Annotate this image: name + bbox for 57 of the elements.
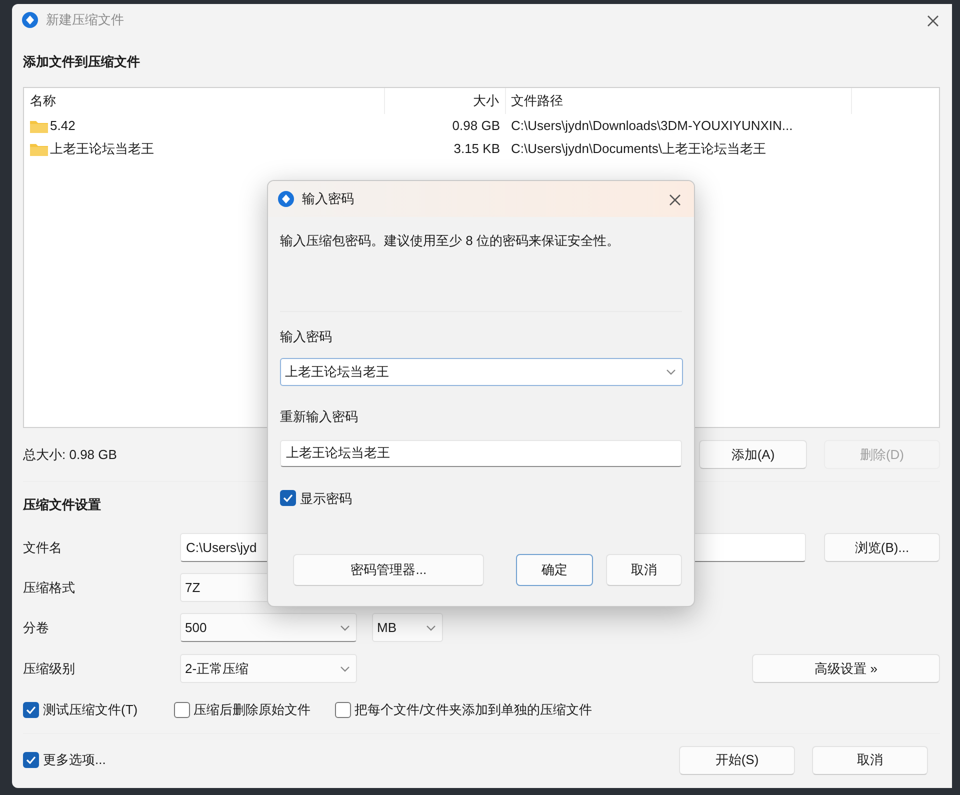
advanced-settings-button[interactable]: 高级设置 » bbox=[752, 654, 940, 683]
dialog-button[interactable]: 确定 bbox=[516, 554, 593, 586]
level-dropdown[interactable]: 2-正常压缩 bbox=[180, 654, 357, 683]
settings-heading: 压缩文件设置 bbox=[23, 496, 101, 514]
window-title: 新建压缩文件 bbox=[46, 11, 124, 30]
checkbox[interactable] bbox=[334, 702, 351, 718]
dialog-button[interactable]: 取消 bbox=[606, 554, 682, 586]
checkbox[interactable] bbox=[174, 702, 190, 718]
chevron-down-icon bbox=[340, 624, 350, 630]
close-icon bbox=[926, 14, 940, 28]
check-icon bbox=[282, 492, 294, 504]
chevron-down-icon bbox=[426, 624, 436, 630]
field-label: 压缩格式 bbox=[23, 578, 76, 597]
confirm-password-field[interactable]: 上老王论坛当老王 bbox=[280, 440, 682, 466]
total-size-label: 总大小: 0.98 GB bbox=[23, 446, 117, 464]
check-icon bbox=[25, 704, 37, 716]
folder-icon bbox=[30, 142, 48, 156]
app-logo-icon bbox=[278, 191, 294, 207]
column-header[interactable]: 名称 bbox=[24, 88, 385, 114]
checkbox[interactable] bbox=[280, 490, 296, 506]
footer-button[interactable]: 取消 bbox=[812, 746, 928, 774]
field-label: 输入密码 bbox=[280, 328, 333, 346]
folder-icon bbox=[30, 118, 48, 132]
split-size-dropdown[interactable]: 500 bbox=[180, 613, 357, 642]
dialog-title: 输入密码 bbox=[302, 190, 354, 208]
field-label: 文件名 bbox=[23, 538, 63, 557]
unit-dropdown[interactable]: MB bbox=[372, 613, 443, 642]
checkbox-label: 显示密码 bbox=[300, 490, 352, 508]
app-logo-icon bbox=[22, 12, 38, 28]
close-icon bbox=[668, 192, 682, 207]
field-label: 压缩级别 bbox=[23, 660, 76, 678]
chevron-down-icon bbox=[340, 666, 350, 672]
checkbox[interactable] bbox=[23, 752, 39, 768]
checkbox-label: 更多选项... bbox=[43, 751, 106, 770]
column-header[interactable]: 大小 bbox=[385, 88, 506, 114]
password-field[interactable]: 上老王论坛当老王 bbox=[280, 358, 683, 386]
check-icon bbox=[25, 754, 37, 766]
dialog-button[interactable]: 密码管理器... bbox=[293, 554, 484, 586]
footer-button[interactable]: 开始(S) bbox=[679, 746, 795, 774]
field-label: 重新输入密码 bbox=[280, 408, 359, 426]
file-size: 3.15 KB bbox=[452, 140, 501, 158]
file-path: C:\Users\jydn\Documents\上老王论坛当老王 bbox=[510, 140, 767, 158]
file-name: 5.42 bbox=[50, 116, 76, 135]
checkbox-label: 压缩后删除原始文件 bbox=[194, 701, 311, 720]
checkbox-label: 测试压缩文件(T) bbox=[43, 701, 138, 720]
browse-button[interactable]: 浏览(B)... bbox=[824, 533, 940, 562]
checkbox-label: 把每个文件/文件夹添加到单独的压缩文件 bbox=[354, 701, 592, 720]
list-button[interactable]: 添加(A) bbox=[699, 440, 807, 469]
file-name: 上老王论坛当老王 bbox=[50, 140, 154, 158]
chevron-down-icon bbox=[666, 369, 676, 375]
file-size: 0.98 GB bbox=[451, 116, 501, 135]
section-heading: 添加文件到压缩文件 bbox=[23, 53, 141, 71]
column-header[interactable]: 文件路径 bbox=[506, 88, 852, 114]
checkbox[interactable] bbox=[23, 702, 39, 718]
field-label: 分卷 bbox=[23, 618, 50, 637]
file-path: C:\Users\jydn\Downloads\3DM-YOUXIYUNXIN... bbox=[510, 116, 794, 135]
dialog-message: 输入压缩包密码。建议使用至少 8 位的密码来保证安全性。 bbox=[280, 232, 620, 250]
